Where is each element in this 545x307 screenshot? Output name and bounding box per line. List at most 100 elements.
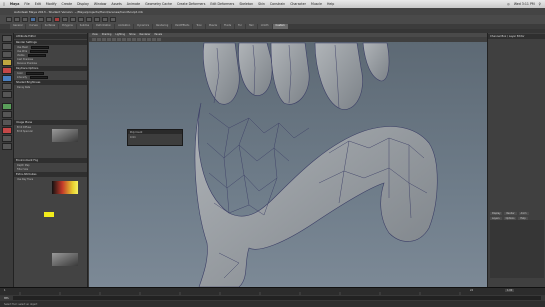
time-start: 1 [4, 289, 6, 292]
menu-constrain[interactable]: Constrain [270, 2, 285, 6]
clock-text[interactable]: Wed 3:11 PM [514, 2, 535, 6]
wifi-icon[interactable]: ◎ [507, 2, 510, 6]
command-input[interactable] [12, 296, 541, 300]
perspective-viewport[interactable]: View Shading Lighting Show Renderer Pane… [89, 33, 487, 287]
window-title-bar: Autodesk Maya 2013 - Student Version: ~/… [0, 8, 545, 15]
ipr-button[interactable] [102, 17, 108, 22]
mel-label: MEL [4, 296, 9, 300]
use-mesh-field[interactable] [31, 45, 50, 49]
falloff-ramp-graph[interactable] [52, 253, 78, 266]
menu-help[interactable]: Help [327, 2, 334, 6]
label-filter-size: Filter Size [17, 167, 29, 171]
single-perspective-layout-icon[interactable] [2, 103, 12, 110]
menu-file[interactable]: File [24, 2, 29, 6]
new-scene-button[interactable] [6, 17, 12, 22]
channel-box-title: Channel Box / Layer Editor [488, 34, 545, 39]
color-ramp-gradient[interactable] [52, 181, 78, 194]
brightness-ramp-graph[interactable] [52, 129, 78, 142]
time-slider[interactable]: 1 24 1.00 [0, 287, 545, 296]
select-component-button[interactable] [46, 17, 52, 22]
color-field[interactable] [26, 71, 44, 75]
menu-assets[interactable]: Assets [111, 2, 121, 6]
menu-display[interactable]: Display [77, 2, 89, 6]
time-end: 24 [470, 289, 474, 292]
hand-mesh-render[interactable] [89, 33, 487, 287]
apple-icon[interactable]:  [3, 2, 5, 6]
mac-menu-bar:  Maya File Edit Modify Create Display W… [0, 0, 545, 8]
lasso-tool-icon[interactable] [2, 43, 12, 50]
display-tabs: Display Render Anim [490, 211, 530, 215]
manipulator-icon[interactable] [2, 83, 12, 90]
label-visible: Visible [17, 53, 25, 57]
finger-mesh [314, 42, 363, 110]
current-frame-field[interactable]: 1.00 [505, 289, 515, 292]
menu-edit-deformers[interactable]: Edit Deformers [210, 2, 234, 6]
label-decay-rate: Decay Rate [17, 85, 31, 89]
menu-edit[interactable]: Edit [35, 2, 41, 6]
menu-character[interactable]: Character [290, 2, 306, 6]
channel-box: Channel Box / Layer Editor Display Rende… [487, 33, 545, 287]
title-text: Autodesk Maya 2013 - Student Version: ~/… [14, 9, 143, 14]
menu-create[interactable]: Create [61, 2, 72, 6]
select-hierarchy-button[interactable] [30, 17, 36, 22]
finger-mesh [270, 42, 310, 105]
intensity-field[interactable] [30, 75, 48, 79]
rotate-tool-icon[interactable] [2, 67, 12, 74]
last-tool-icon[interactable] [2, 91, 12, 98]
tab-anim[interactable]: Anim [518, 212, 529, 215]
tab-display[interactable]: Display [490, 212, 503, 215]
app-menu[interactable]: Maya [10, 2, 19, 6]
label-use-wire: Use Wire [17, 49, 28, 53]
select-object-button[interactable] [38, 17, 44, 22]
label-depth-map: Depth Map [17, 163, 30, 167]
open-scene-button[interactable] [14, 17, 20, 22]
menu-muscle[interactable]: Muscle [311, 2, 322, 6]
menu-window[interactable]: Window [94, 2, 107, 6]
scale-tool-icon[interactable] [2, 75, 12, 82]
paint-select-icon[interactable] [2, 51, 12, 58]
graph-editor-layout-icon[interactable] [2, 127, 12, 134]
label-cast-shadows: Cast Shadows [17, 57, 34, 61]
render-button[interactable] [94, 17, 100, 22]
label-emit-specular: Emit Specular [17, 129, 33, 133]
menu-geometry-cache[interactable]: Geometry Cache [145, 2, 172, 6]
visible-field[interactable] [27, 53, 46, 57]
toolbox [0, 33, 14, 287]
persp-outliner-layout-icon[interactable] [2, 119, 12, 126]
poly-count-dialog[interactable]: Poly Count 1014 [127, 129, 183, 146]
label-use-mesh: Use Mesh [17, 45, 29, 49]
label-color: Color [17, 71, 23, 75]
snap-grid-button[interactable] [54, 17, 60, 22]
hypershade-layout-icon[interactable] [2, 135, 12, 142]
render-settings-button[interactable] [110, 17, 116, 22]
finger-mesh [238, 42, 273, 96]
menu-create-deformers[interactable]: Create Deformers [177, 2, 205, 6]
use-wire-field[interactable] [30, 49, 49, 53]
finger-mesh [362, 42, 390, 82]
history-button[interactable] [78, 17, 84, 22]
snap-point-button[interactable] [70, 17, 76, 22]
menu-skeleton[interactable]: Skeleton [239, 2, 253, 6]
tab-render[interactable]: Render [504, 212, 517, 215]
color-swatch[interactable] [44, 212, 54, 217]
help-text: Select Tool: select an object [4, 302, 38, 306]
label-emit-diffuse: Emit Diffuse [17, 125, 32, 129]
status-line [0, 15, 545, 24]
help-line: Select Tool: select an object [0, 301, 545, 307]
move-tool-icon[interactable] [2, 59, 12, 66]
label-use-ray-trace: Use Ray Trace [17, 177, 34, 181]
save-scene-button[interactable] [22, 17, 28, 22]
label-receive-shadows: Receive Shadows [17, 61, 37, 65]
snap-curve-button[interactable] [62, 17, 68, 22]
select-tool-icon[interactable] [2, 35, 12, 42]
menu-modify[interactable]: Modify [46, 2, 57, 6]
finger-mesh [203, 42, 240, 105]
outliner-layout-icon[interactable] [2, 143, 12, 150]
attr-editor-title: Attribute Editor [14, 34, 87, 39]
menu-animate[interactable]: Animate [127, 2, 140, 6]
four-view-layout-icon[interactable] [2, 111, 12, 118]
spotlight-icon[interactable]: ⚲ [539, 2, 541, 6]
render-view-button[interactable] [86, 17, 92, 22]
menu-skin[interactable]: Skin [258, 2, 265, 6]
layer-list[interactable] [490, 220, 544, 278]
